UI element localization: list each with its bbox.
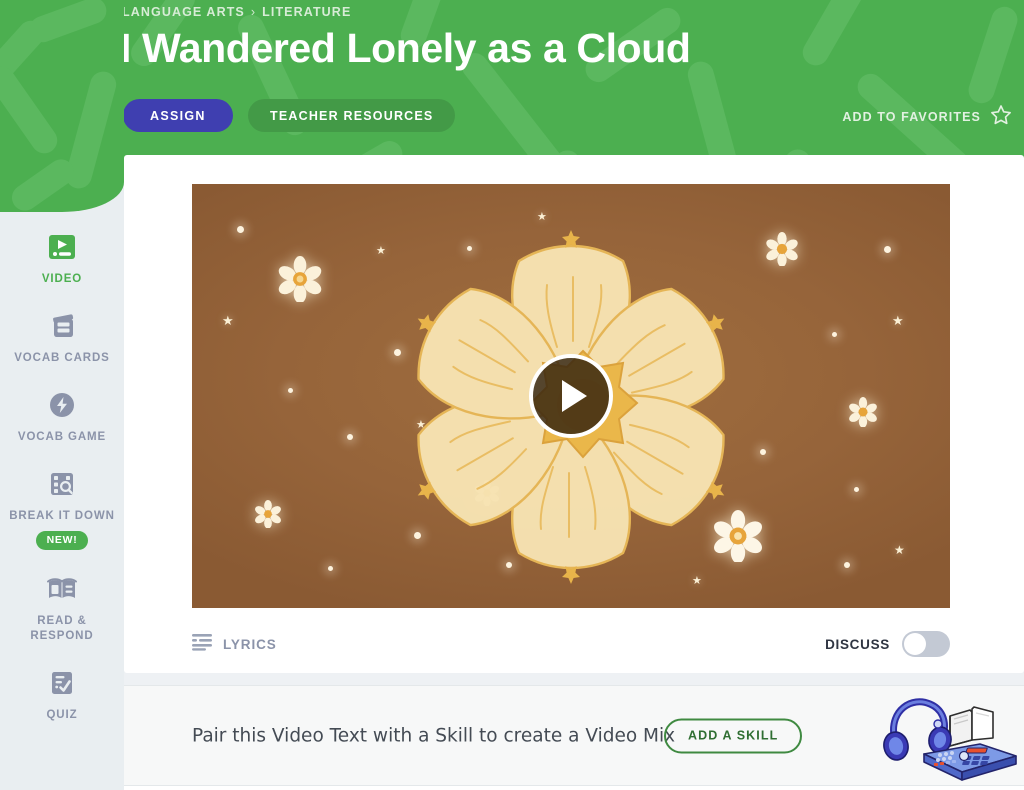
sidebar-item-read-respond[interactable]: READ & RESPOND bbox=[0, 564, 124, 658]
sidebar-item-break-it-down[interactable]: BREAK IT DOWN NEW! bbox=[0, 459, 124, 564]
add-a-skill-button[interactable]: ADD A SKILL bbox=[664, 718, 803, 753]
page-footer-edge bbox=[124, 786, 1024, 790]
toggle-knob bbox=[904, 633, 926, 655]
sparkle-dot bbox=[832, 332, 837, 337]
sparkle-dot bbox=[328, 566, 333, 571]
breadcrumb-item-subject[interactable]: LANGUAGE ARTS bbox=[122, 5, 245, 19]
breadcrumb[interactable]: LANGUAGE ARTS › LITERATURE bbox=[122, 5, 351, 19]
quiz-icon bbox=[45, 666, 79, 700]
star-sparkle: ★ bbox=[894, 543, 905, 557]
sidebar-nav: VIDEO VOCAB CARDS VOCAB GAME BREAK IT DO… bbox=[0, 222, 124, 737]
play-icon bbox=[562, 380, 587, 412]
new-badge: NEW! bbox=[35, 531, 89, 550]
read-respond-icon bbox=[45, 572, 79, 606]
sparkle-dot bbox=[288, 388, 293, 393]
sidebar-item-vocab-game[interactable]: VOCAB GAME bbox=[0, 380, 124, 459]
star-outline-icon bbox=[990, 104, 1012, 130]
star-sparkle: ★ bbox=[892, 313, 904, 328]
sidebar: VIDEO VOCAB CARDS VOCAB GAME BREAK IT DO… bbox=[0, 0, 124, 790]
sparkle-dot bbox=[237, 226, 244, 233]
lyrics-label: LYRICS bbox=[223, 636, 277, 652]
sidebar-item-video-label: VIDEO bbox=[41, 273, 83, 285]
mini-flower-icon bbox=[277, 256, 323, 307]
sidebar-item-read-respond-label: READ & RESPOND bbox=[30, 615, 94, 642]
break-it-down-icon bbox=[45, 467, 79, 501]
discuss-toggle[interactable] bbox=[902, 631, 950, 657]
sparkle-dot bbox=[854, 487, 859, 492]
sparkle-dot bbox=[884, 246, 891, 253]
add-to-favorites-label: ADD TO FAVORITES bbox=[842, 110, 981, 124]
sidebar-item-quiz-label: QUIZ bbox=[46, 709, 78, 721]
sidebar-item-vocab-cards[interactable]: VOCAB CARDS bbox=[0, 301, 124, 380]
video-controls-row: LYRICS DISCUSS bbox=[192, 624, 950, 664]
teacher-resources-button[interactable]: TEACHER RESOURCES bbox=[248, 99, 456, 132]
vocab-game-icon bbox=[45, 388, 79, 422]
video-player[interactable]: ★ ★ ★ ★ ★ ★ ★ bbox=[192, 184, 950, 608]
skill-pairing-strip: Pair this Video Text with a Skill to cre… bbox=[124, 685, 1024, 786]
mini-flower-icon bbox=[848, 397, 878, 432]
main-content-card: ★ ★ ★ ★ ★ ★ ★ LYRICS DISCUSS bbox=[124, 155, 1024, 673]
assign-button[interactable]: ASSIGN bbox=[123, 99, 233, 132]
page-title: I Wandered Lonely as a Cloud bbox=[120, 25, 691, 71]
sidebar-item-vocab-game-label: VOCAB GAME bbox=[17, 431, 107, 443]
sidebar-header-curve bbox=[0, 0, 124, 212]
lyrics-lines-icon bbox=[192, 633, 212, 656]
headphones-book-drummachine-illustration bbox=[883, 698, 1017, 781]
mini-flower-icon bbox=[254, 500, 282, 533]
breadcrumb-item-category[interactable]: LITERATURE bbox=[262, 5, 351, 19]
discuss-label: DISCUSS bbox=[825, 636, 890, 652]
vocab-cards-icon bbox=[45, 309, 79, 343]
sidebar-item-video[interactable]: VIDEO bbox=[0, 222, 124, 301]
breadcrumb-separator: › bbox=[250, 5, 257, 19]
sparkle-dot bbox=[844, 562, 850, 568]
lyrics-button[interactable]: LYRICS bbox=[192, 633, 277, 656]
discuss-control: DISCUSS bbox=[825, 631, 950, 657]
star-sparkle: ★ bbox=[222, 313, 234, 328]
sidebar-item-quiz[interactable]: QUIZ bbox=[0, 658, 124, 737]
play-button[interactable] bbox=[529, 354, 613, 438]
sidebar-item-break-it-down-label: BREAK IT DOWN bbox=[9, 510, 115, 522]
skill-pairing-text: Pair this Video Text with a Skill to cre… bbox=[192, 725, 676, 746]
sidebar-item-vocab-cards-label: VOCAB CARDS bbox=[14, 352, 110, 364]
add-to-favorites-button[interactable]: ADD TO FAVORITES bbox=[842, 104, 1012, 130]
video-icon bbox=[45, 230, 79, 264]
